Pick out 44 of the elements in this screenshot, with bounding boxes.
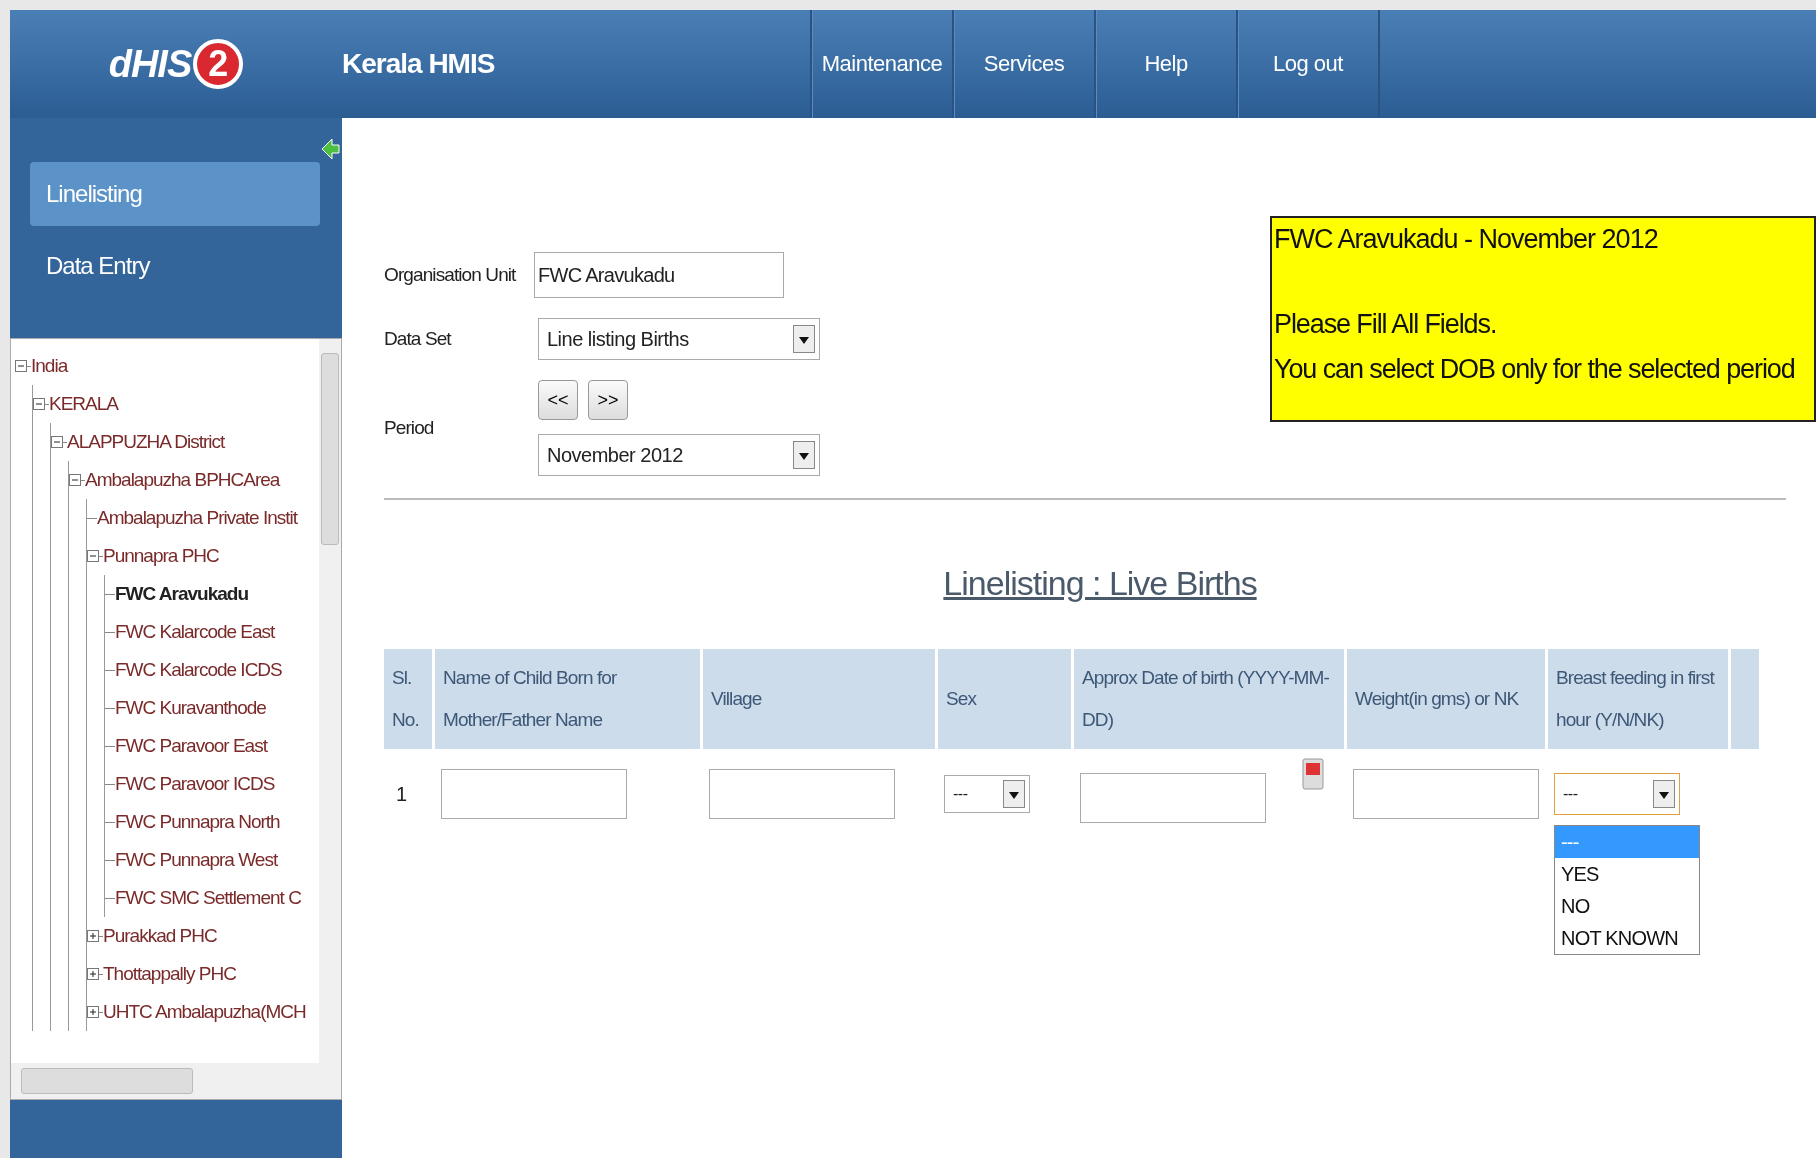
sidebar-item[interactable]: Data Entry bbox=[30, 234, 320, 298]
tree-item[interactable]: FWC Punnapra West bbox=[115, 849, 278, 871]
tree-item[interactable]: FWC Paravoor ICDS bbox=[115, 773, 275, 795]
tree-item[interactable]: FWC Aravukadu bbox=[115, 583, 249, 605]
org-unit-field[interactable]: FWC Aravukadu bbox=[534, 252, 784, 298]
tree-item[interactable]: FWC SMC Settlement C bbox=[115, 887, 301, 909]
tree-item[interactable]: Purakkad PHC bbox=[103, 925, 217, 947]
logo-text: dHIS bbox=[108, 42, 192, 86]
tree-item[interactable]: FWC Kuravanthode bbox=[115, 697, 266, 719]
tree-item[interactable]: Thottappally PHC bbox=[103, 963, 236, 985]
section-title: Linelisting : Live Births bbox=[943, 564, 1257, 603]
table-header-cell: Name of Child Born for Mother/Father Name bbox=[435, 649, 700, 749]
row-number: 1 bbox=[395, 782, 408, 806]
field-label: Data Set bbox=[384, 328, 453, 350]
table-header-cell: Sex bbox=[938, 649, 1071, 749]
notice-title: FWC Aravukadu - November 2012 bbox=[1274, 224, 1659, 255]
tree-item[interactable]: FWC Kalarcode East bbox=[115, 621, 275, 643]
table-header-cell: Sl. No. bbox=[384, 649, 432, 749]
tree-item[interactable]: FWC Paravoor East bbox=[115, 735, 267, 757]
period-dropdown[interactable]: November 2012 bbox=[538, 434, 820, 476]
tree-item[interactable]: Ambalapuzha BPHCArea bbox=[85, 469, 280, 491]
tree-item[interactable]: FWC Kalarcode ICDS bbox=[115, 659, 282, 681]
tree-item[interactable]: KERALA bbox=[49, 393, 118, 415]
notice-text: Please Fill All Fields. bbox=[1274, 309, 1498, 340]
table-header-cell: Approx Date of birth (YYYY-MM-DD) bbox=[1074, 649, 1344, 749]
app-title: Kerala HMIS bbox=[342, 48, 496, 80]
table-header-cell: Village bbox=[703, 649, 935, 749]
tree-item[interactable]: Ambalapuzha Private Instit bbox=[97, 507, 297, 529]
dropdown[interactable]: --- bbox=[944, 775, 1030, 813]
table-header-cell: Breast feeding in first hour (Y/N/NK) bbox=[1548, 649, 1728, 749]
tree-item[interactable]: UHTC Ambalapuzha(MCH bbox=[103, 1001, 306, 1023]
table-header-cell: Weight(in gms) or NK bbox=[1347, 649, 1545, 749]
tree-item[interactable]: FWC Punnapra North bbox=[115, 811, 280, 833]
dropdown[interactable]: --- bbox=[1554, 773, 1680, 815]
next-period-button[interactable]: >> bbox=[588, 380, 628, 420]
logo-badge: 2 bbox=[193, 39, 244, 89]
previous-period-button[interactable]: << bbox=[538, 380, 578, 420]
field-label: Organisation Unit bbox=[384, 264, 517, 286]
field-label: Period bbox=[384, 417, 435, 439]
tree-item[interactable]: Punnapra PHC bbox=[103, 545, 219, 567]
tree-item[interactable]: ALAPPUZHA District bbox=[67, 431, 225, 453]
notice-text: You can select DOB only for the selected period bbox=[1274, 354, 1796, 385]
data-set-dropdown[interactable]: Line listing Births bbox=[538, 318, 820, 360]
tree-item[interactable]: India bbox=[31, 355, 68, 377]
